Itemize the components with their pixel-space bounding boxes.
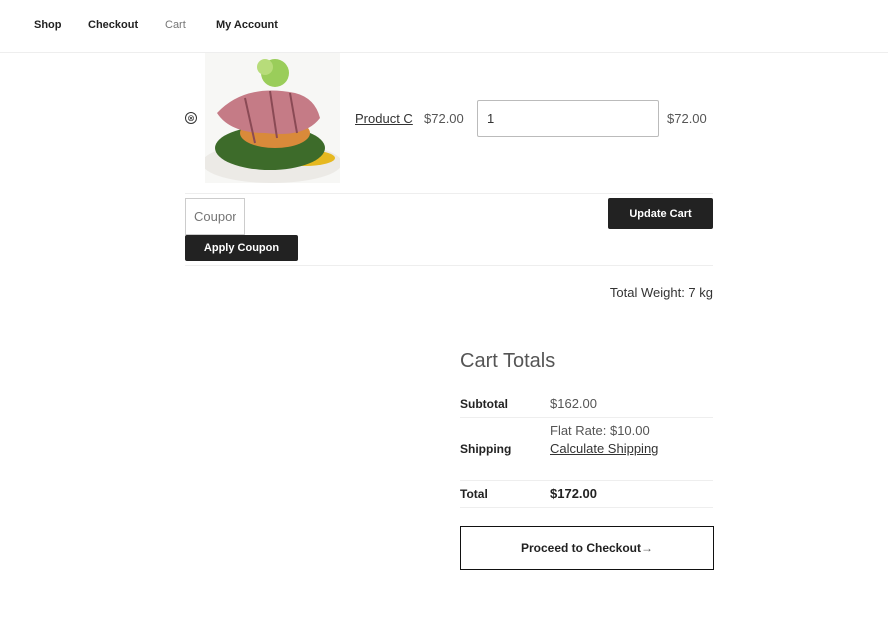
total-weight: Total Weight: 7 kg	[609, 285, 713, 300]
divider	[460, 480, 713, 481]
nav-shop[interactable]: Shop	[34, 19, 62, 31]
shipping-label: Shipping	[460, 442, 512, 456]
arrow-right-icon: →	[641, 541, 654, 555]
steak-salad-image	[205, 59, 340, 183]
shipping-method: Flat Rate: $10.00	[550, 423, 650, 438]
product-name-link[interactable]: Product C	[355, 111, 413, 126]
calculate-shipping-link[interactable]: Calculate Shipping	[550, 441, 658, 456]
divider	[460, 507, 713, 508]
quantity-input[interactable]	[477, 100, 659, 137]
top-navigation: Shop Checkout Cart My Account	[0, 0, 888, 53]
total-label: Total	[460, 487, 488, 501]
proceed-to-checkout-button[interactable]: Proceed to Checkout→	[460, 526, 714, 570]
remove-item-icon[interactable]: ⊗	[185, 112, 197, 124]
divider	[460, 417, 713, 418]
nav-my-account[interactable]: My Account	[216, 19, 278, 31]
product-subtotal: $72.00	[667, 111, 707, 126]
apply-coupon-button[interactable]: Apply Coupon	[185, 235, 298, 261]
subtotal-label: Subtotal	[460, 397, 508, 411]
nav-checkout[interactable]: Checkout	[88, 19, 138, 31]
divider	[185, 193, 713, 194]
coupon-code-input[interactable]	[185, 198, 245, 235]
product-price: $72.00	[424, 111, 464, 126]
checkout-label: Proceed to Checkout	[520, 541, 642, 555]
divider	[185, 265, 713, 266]
nav-cart[interactable]: Cart	[165, 19, 186, 31]
subtotal-value: $162.00	[550, 396, 597, 411]
total-value: $172.00	[550, 486, 597, 501]
cart-totals-heading: Cart Totals	[460, 350, 556, 372]
product-thumbnail[interactable]	[205, 53, 340, 183]
update-cart-button[interactable]: Update Cart	[608, 198, 713, 229]
